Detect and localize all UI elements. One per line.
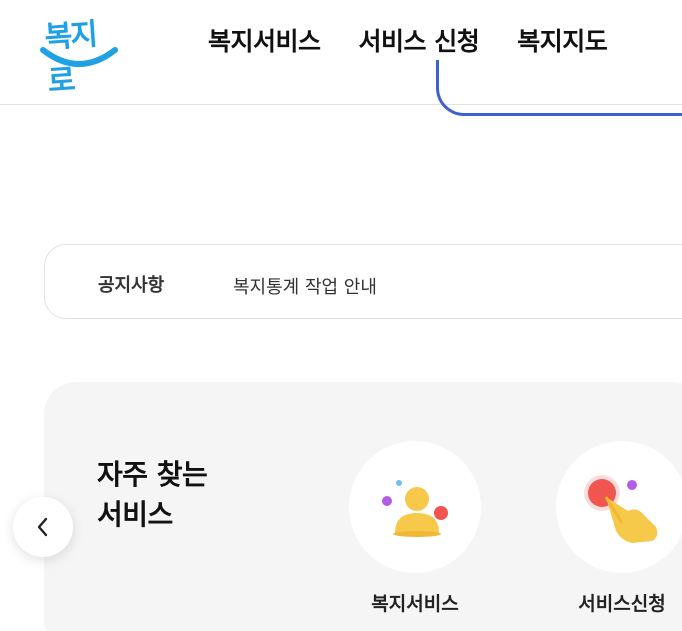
bokjiro-logo[interactable]: 복지로 [40,4,120,99]
chevron-left-icon [37,517,48,537]
notice-bar: 공지사항 복지통계 작업 안내 [44,244,682,319]
nav-welfare-map[interactable]: 복지지도 [517,22,608,58]
notice-link[interactable]: 복지통계 작업 안내 [233,273,377,299]
service-welfare[interactable]: 복지서비스 [349,441,481,616]
tap-hand-icon [584,475,658,543]
person-icon [382,480,448,537]
logo-smile-icon [40,47,118,67]
service-label: 서비스신청 [578,593,666,615]
notice-label: 공지사항 [98,275,165,296]
service-icon-circle [349,441,481,573]
favorite-services-title: 자주 찾는 서비스 [97,455,208,535]
service-label: 복지서비스 [371,593,459,615]
carousel-prev-button[interactable] [13,497,73,557]
service-icon-circle [556,441,682,573]
service-apply[interactable]: 서비스신청 [556,441,682,616]
main-nav: 복지서비스 서비스 신청 복지지도 [208,22,608,58]
nav-welfare-service[interactable]: 복지서비스 [208,22,321,58]
title-line-1: 자주 찾는 [97,458,208,491]
title-line-2: 서비스 [97,498,173,531]
search-box-edge[interactable] [436,60,682,116]
nav-service-apply[interactable]: 서비스 신청 [359,22,480,58]
